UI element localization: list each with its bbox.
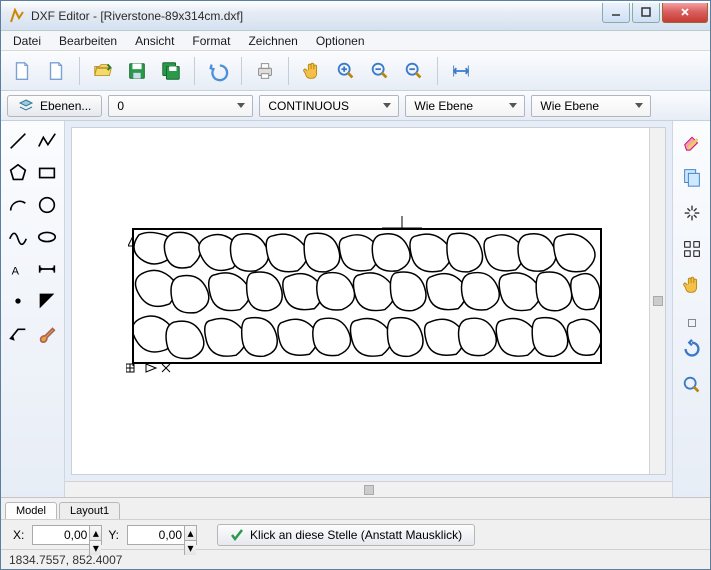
close-button[interactable] [662,3,708,23]
eraser-tool[interactable] [678,127,706,155]
spline-tool[interactable] [5,223,31,251]
sheet-tabs: Model Layout1 [1,497,710,519]
layers-label: Ebenen... [40,99,91,113]
tab-model[interactable]: Model [5,502,57,519]
circle-tool[interactable] [35,191,61,219]
polygon-tool[interactable] [5,159,31,187]
rectangle-tool[interactable] [35,159,61,187]
linetype-combo[interactable]: CONTINUOUS [259,95,399,117]
property-bar: Ebenen... 0 CONTINUOUS Wie Ebene Wie Ebe… [1,91,710,121]
cursor-coords: 1834.7557, 852.4007 [9,553,122,567]
origin-marker [126,356,176,376]
arc-tool[interactable] [5,191,31,219]
snap-tool[interactable] [678,199,706,227]
polyline-tool[interactable] [35,127,61,155]
x-label: X: [13,528,24,542]
zoom-in-icon[interactable] [331,56,361,86]
app-icon [9,8,25,24]
main-toolbar [1,51,710,91]
work-area: A [1,121,710,497]
save-icon[interactable] [122,56,152,86]
grid-tool[interactable] [678,235,706,263]
window-title: DXF Editor - [Riverstone-89x314cm.dxf] [31,9,602,23]
rotate-tool[interactable] [678,335,706,363]
save-all-icon[interactable] [156,56,186,86]
pan-icon[interactable] [297,56,327,86]
titlebar: DXF Editor - [Riverstone-89x314cm.dxf] [1,1,710,31]
maximize-button[interactable] [632,3,660,23]
menu-zeichnen[interactable]: Zeichnen [240,32,305,50]
checkbox-toggle[interactable] [688,319,696,327]
brush-tool[interactable] [35,319,61,347]
y-label: Y: [108,528,119,542]
text-tool[interactable]: A [5,255,31,283]
y-input[interactable]: 0,00▴▾ [127,525,197,545]
point-tool[interactable] [5,287,31,315]
open-icon[interactable] [88,56,118,86]
left-toolbox: A [1,121,65,497]
menu-optionen[interactable]: Optionen [308,32,373,50]
undo-icon[interactable] [203,56,233,86]
hatch-tool[interactable] [35,287,61,315]
leader-tool[interactable] [5,319,31,347]
layers-icon [18,98,34,114]
dimension-tool[interactable] [35,255,61,283]
fit-width-icon[interactable] [446,56,476,86]
menu-bearbeiten[interactable]: Bearbeiten [51,32,125,50]
canvas-wrap [65,121,672,497]
vertical-scrollbar[interactable] [649,128,665,474]
zoom-out2-icon[interactable] [399,56,429,86]
horizontal-scrollbar[interactable] [65,481,672,497]
zoom-out-icon[interactable] [365,56,395,86]
lineweight-combo[interactable]: Wie Ebene [405,95,525,117]
hand-tool[interactable] [678,271,706,299]
menubar: Datei Bearbeiten Ansicht Format Zeichnen… [1,31,710,51]
tab-layout1[interactable]: Layout1 [59,502,120,519]
layer-combo[interactable]: 0 [108,95,253,117]
line-tool[interactable] [5,127,31,155]
print-icon[interactable] [250,56,280,86]
check-icon [230,528,244,542]
zoom-tool[interactable] [678,371,706,399]
layers-button[interactable]: Ebenen... [7,95,102,117]
drawing-canvas[interactable] [71,127,666,475]
click-here-button[interactable]: Klick an diese Stelle (Anstatt Mausklick… [217,524,475,546]
new-doc2-icon[interactable] [41,56,71,86]
coordinate-bar: X: 0,00▴▾ Y: 0,00▴▾ Klick an diese Stell… [1,519,710,549]
new-doc-icon[interactable] [7,56,37,86]
color-combo[interactable]: Wie Ebene [531,95,651,117]
right-toolbox [672,121,710,497]
minimize-button[interactable] [602,3,630,23]
app-window: DXF Editor - [Riverstone-89x314cm.dxf] D… [0,0,711,570]
ellipse-tool[interactable] [35,223,61,251]
svg-text:A: A [11,266,19,278]
copy-tool[interactable] [678,163,706,191]
riverstone-drawing [132,228,602,364]
x-input[interactable]: 0,00▴▾ [32,525,102,545]
menu-format[interactable]: Format [184,32,238,50]
menu-datei[interactable]: Datei [5,32,49,50]
menu-ansicht[interactable]: Ansicht [127,32,182,50]
status-bar: 1834.7557, 852.4007 [1,549,710,569]
